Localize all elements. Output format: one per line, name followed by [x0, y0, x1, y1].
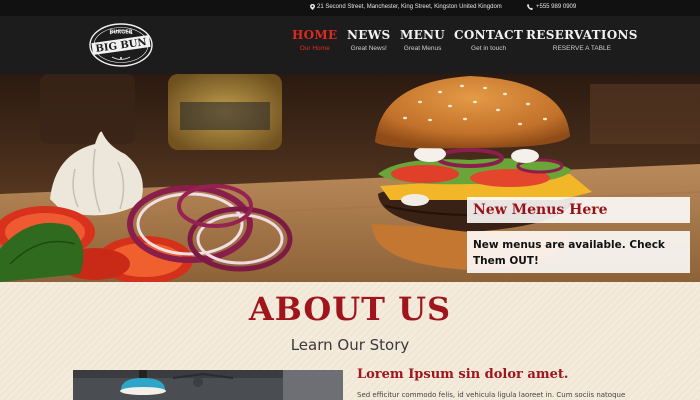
nav-home-sub: Our Home	[299, 45, 330, 52]
nav-contact-title: CONTACT	[454, 28, 524, 42]
banner-title: New Menus Here	[467, 197, 690, 223]
nav-news[interactable]: NEWS Great News!	[347, 28, 390, 52]
about-restaurant-photo	[73, 370, 343, 400]
about-paragraph: Sed efficitur commodo felis, id vehicula…	[357, 391, 626, 399]
nav-home[interactable]: HOME Our Home	[292, 28, 337, 52]
nav-menu-sub: Great Menus	[403, 45, 442, 52]
nav-contact[interactable]: CONTACT Get in touch	[454, 28, 523, 52]
nav-news-sub: Great News!	[350, 45, 387, 52]
nav-reservations-title: RESERVATIONS	[526, 28, 638, 42]
nav-menu-title: MENU	[400, 28, 446, 42]
big-bun-logo[interactable]: BURGER BIG BUN	[88, 22, 154, 68]
nav-home-title: HOME	[292, 28, 338, 42]
address-text: 21 Second Street, Manchester, King Stree…	[317, 4, 502, 10]
map-pin-icon	[310, 4, 315, 10]
nav-reservations[interactable]: RESERVATIONS RESERVE A TABLE	[526, 28, 638, 52]
phone-block[interactable]: +555 989 0909	[527, 4, 576, 10]
about-subtitle: Learn Our Story	[290, 336, 410, 354]
site-header: BURGER BIG BUN HOME Our Home NEWS Great …	[0, 16, 700, 74]
nav-news-title: NEWS	[347, 28, 391, 42]
nav-contact-sub: Get in touch	[471, 45, 507, 52]
logo-main-text: BIG BUN	[95, 37, 147, 55]
about-heading: Lorem Ipsum sin dolor amet.	[357, 367, 569, 382]
top-info-bar: 21 Second Street, Manchester, King Stree…	[0, 0, 700, 16]
nav-reservations-sub: RESERVE A TABLE	[552, 45, 611, 52]
banner-text: New menus are available. Check Them OUT!	[467, 231, 690, 273]
address-block: 21 Second Street, Manchester, King Stree…	[310, 4, 502, 10]
phone-icon	[527, 4, 533, 10]
logo-top-text: BURGER	[109, 30, 132, 36]
phone-text: +555 989 0909	[536, 4, 577, 10]
nav-menu[interactable]: MENU Great Menus	[400, 28, 445, 52]
about-section: ABOUT US Learn Our Story Lorem Ipsum sin…	[0, 282, 700, 400]
about-title: ABOUT US	[248, 290, 452, 328]
